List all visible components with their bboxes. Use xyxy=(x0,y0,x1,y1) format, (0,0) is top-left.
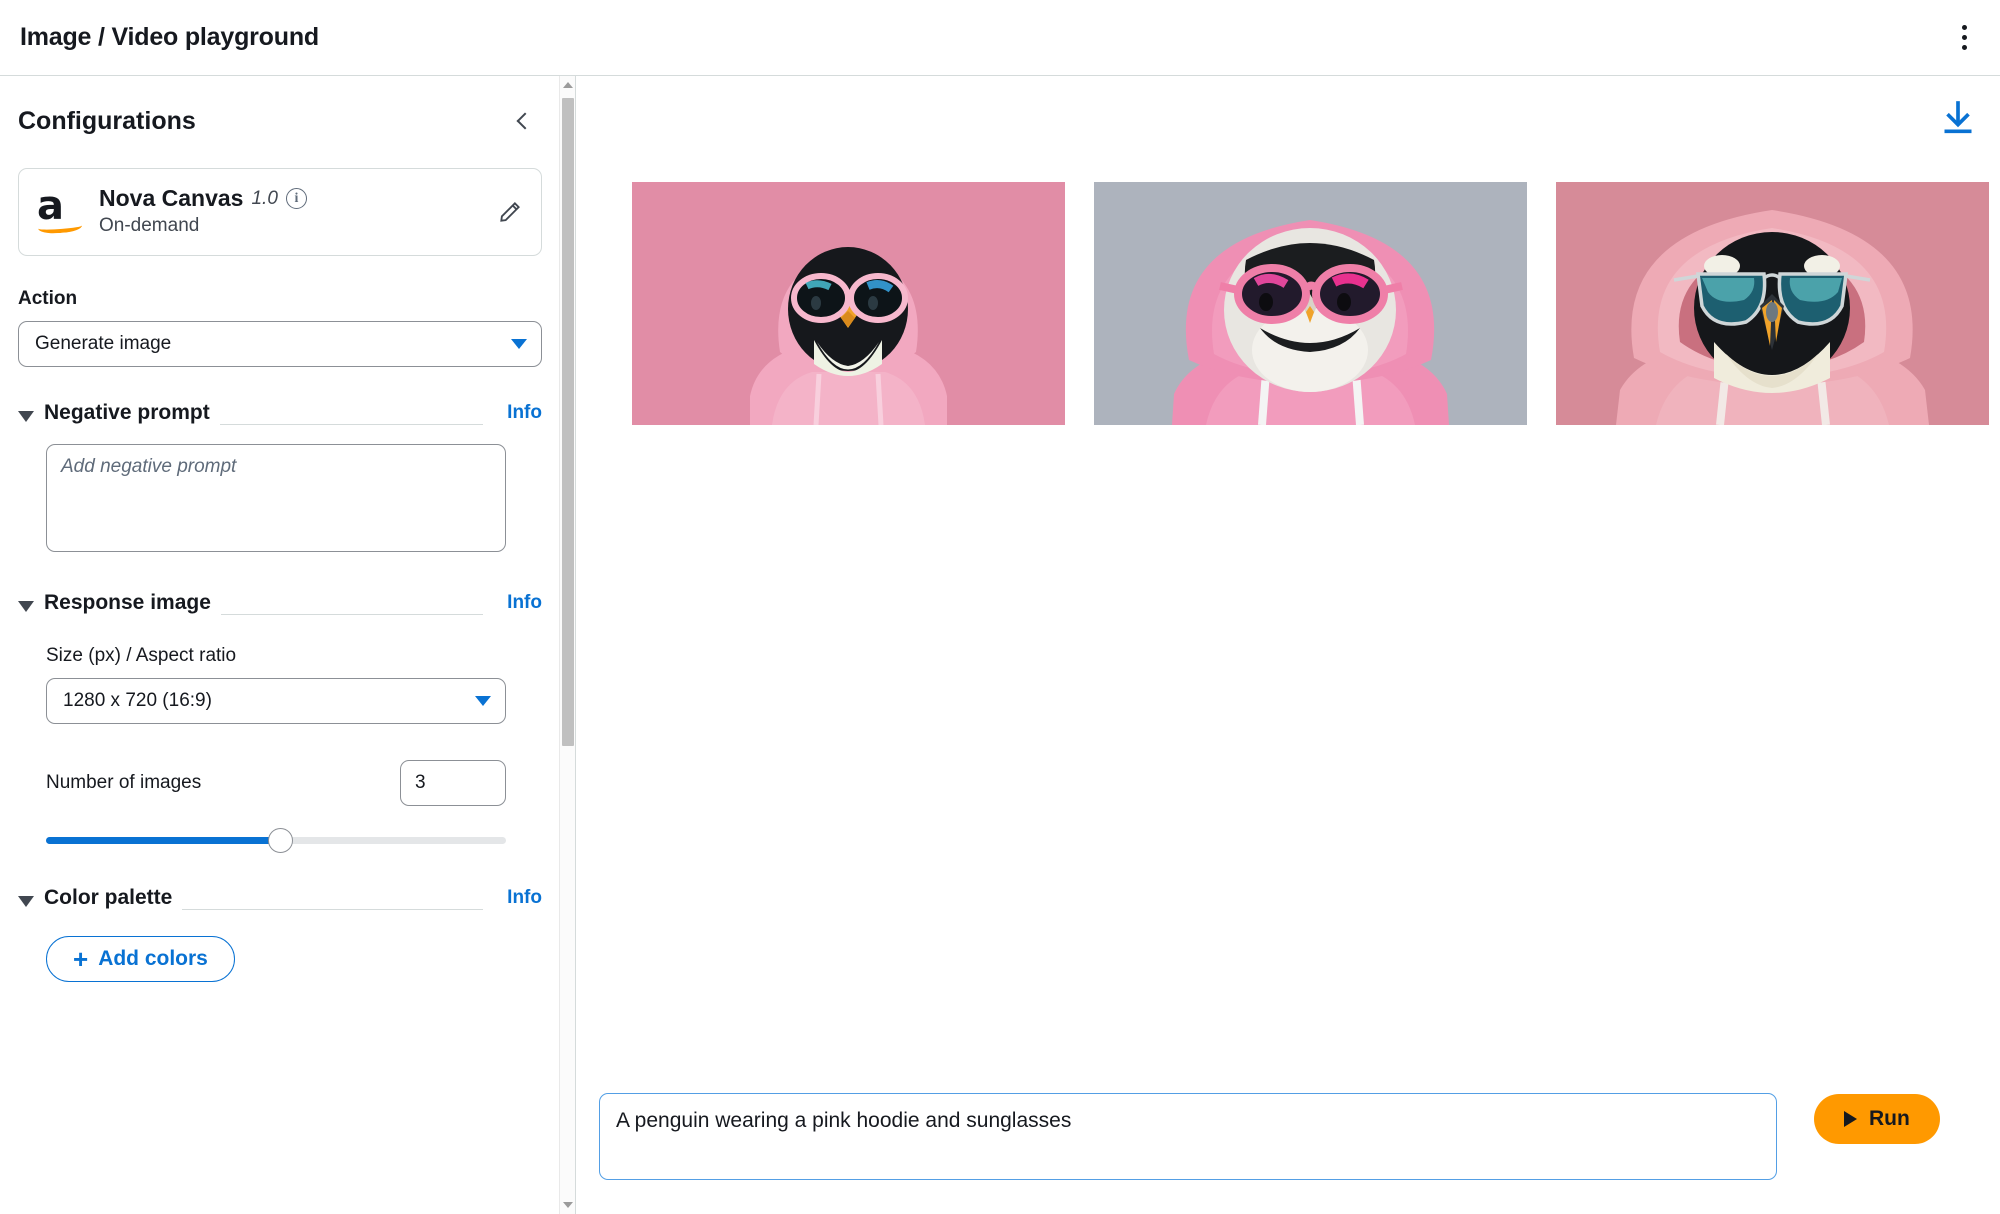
plus-icon: + xyxy=(73,944,89,974)
prompt-bar: Run xyxy=(577,1076,2000,1214)
model-card[interactable]: a Nova Canvas 1.0 i On-demand xyxy=(18,168,542,256)
section-divider xyxy=(220,614,484,615)
response-image-section-header[interactable]: Response image Info xyxy=(18,591,542,621)
run-button-label: Run xyxy=(1869,1107,1910,1130)
configurations-panel: Configurations a Nova Canvas 1.0 i On-de… xyxy=(0,76,576,1214)
info-circle-icon[interactable]: i xyxy=(285,188,307,209)
penguin-image-3 xyxy=(1556,182,1989,425)
generated-images-row xyxy=(632,182,1989,425)
color-palette-title: Color palette xyxy=(44,886,173,909)
scroll-down-arrow-icon[interactable] xyxy=(560,1196,575,1214)
amazon-smile-glyph xyxy=(37,218,83,235)
size-aspect-field: Size (px) / Aspect ratio 1280 x 720 (16:… xyxy=(46,645,542,724)
download-icon[interactable] xyxy=(1938,98,1978,138)
number-of-images-slider[interactable] xyxy=(46,828,506,853)
configurations-header: Configurations xyxy=(18,76,542,138)
model-pricing: On-demand xyxy=(99,215,200,236)
generated-image-thumbnail[interactable] xyxy=(632,182,1065,425)
penguin-image-2 xyxy=(1094,182,1527,425)
size-aspect-select-value: 1280 x 720 (16:9) xyxy=(63,690,212,711)
prompt-input[interactable] xyxy=(599,1093,1777,1180)
size-aspect-select[interactable]: 1280 x 720 (16:9) xyxy=(46,678,506,724)
section-divider xyxy=(219,424,484,425)
chevron-left-icon[interactable] xyxy=(506,104,540,138)
action-select[interactable]: Generate image xyxy=(18,321,542,367)
response-image-info-link[interactable]: Info xyxy=(493,592,542,620)
add-colors-label: Add colors xyxy=(98,947,208,970)
play-icon xyxy=(1844,1111,1857,1127)
triangle-down-icon[interactable] xyxy=(18,600,34,612)
generated-image-thumbnail[interactable] xyxy=(1556,182,1989,425)
results-panel: Run xyxy=(577,76,2000,1214)
kebab-menu-icon[interactable] xyxy=(1946,18,1982,58)
kebab-dot xyxy=(1961,25,1967,30)
top-bar: Image / Video playground xyxy=(0,0,2000,76)
generated-image-thumbnail[interactable] xyxy=(1094,182,1527,425)
configurations-scroll-content: Configurations a Nova Canvas 1.0 i On-de… xyxy=(0,76,560,982)
negative-prompt-section-header[interactable]: Negative prompt Info xyxy=(18,401,542,431)
number-of-images-label: Number of images xyxy=(46,772,202,793)
slider-fill xyxy=(46,837,281,844)
response-image-title: Response image xyxy=(44,591,211,614)
section-divider xyxy=(182,909,484,910)
negative-prompt-info-link[interactable]: Info xyxy=(493,402,542,430)
chevron-down-icon xyxy=(475,696,491,706)
kebab-dot xyxy=(1961,45,1967,50)
penguin-image-1 xyxy=(632,182,1065,425)
model-version: 1.0 xyxy=(251,187,278,209)
negative-prompt-input[interactable] xyxy=(46,444,506,552)
action-label: Action xyxy=(18,288,78,309)
configurations-title: Configurations xyxy=(18,106,196,135)
sidebar-scrollbar[interactable] xyxy=(559,76,575,1214)
size-aspect-label: Size (px) / Aspect ratio xyxy=(46,645,237,666)
amazon-logo-icon: a xyxy=(37,186,85,235)
model-name: Nova Canvas xyxy=(99,185,244,211)
triangle-down-icon[interactable] xyxy=(18,410,34,422)
triangle-down-icon[interactable] xyxy=(18,895,34,907)
page-title: Image / Video playground xyxy=(20,23,319,51)
negative-prompt-title: Negative prompt xyxy=(44,401,210,424)
pencil-icon[interactable] xyxy=(497,199,523,225)
slider-thumb[interactable] xyxy=(268,828,294,853)
model-info: Nova Canvas 1.0 i On-demand xyxy=(99,185,483,237)
chevron-down-icon xyxy=(511,339,527,349)
number-of-images-field: Number of images xyxy=(46,760,506,806)
action-select-value: Generate image xyxy=(35,333,172,354)
run-button[interactable]: Run xyxy=(1814,1094,1940,1144)
action-field: Action Generate image xyxy=(18,288,542,367)
model-name-row: Nova Canvas 1.0 i xyxy=(99,185,483,212)
color-palette-section-header[interactable]: Color palette Info xyxy=(18,886,542,916)
number-of-images-input[interactable] xyxy=(400,760,506,806)
scroll-up-arrow-icon[interactable] xyxy=(560,76,575,94)
body-area: Configurations a Nova Canvas 1.0 i On-de… xyxy=(0,76,2000,1214)
add-colors-button[interactable]: + Add colors xyxy=(46,936,235,982)
color-palette-info-link[interactable]: Info xyxy=(493,887,542,915)
sidebar-scrollbar-thumb[interactable] xyxy=(562,98,574,746)
chevron-left-glyph xyxy=(516,112,534,130)
kebab-dot xyxy=(1961,35,1967,40)
